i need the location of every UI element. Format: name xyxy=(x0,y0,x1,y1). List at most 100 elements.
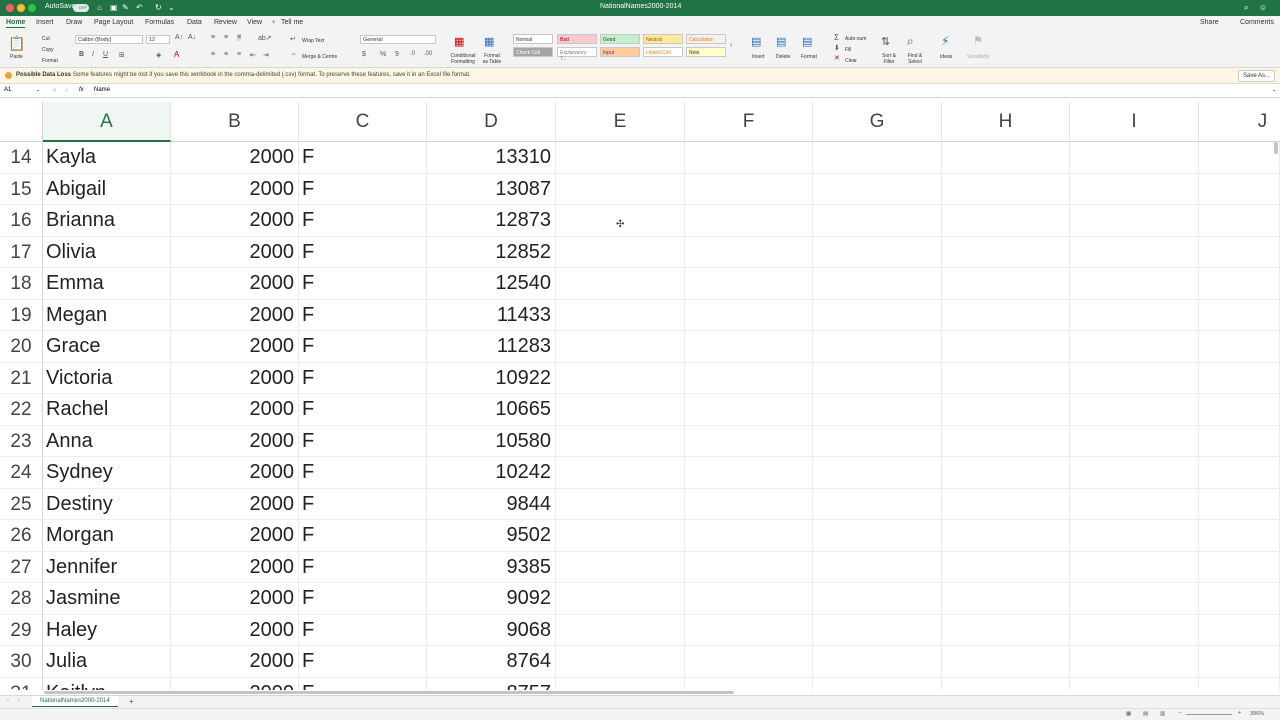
empty-cell[interactable] xyxy=(813,362,942,393)
empty-cell[interactable] xyxy=(556,299,685,330)
empty-cell[interactable] xyxy=(1199,551,1280,582)
empty-cell[interactable] xyxy=(1199,677,1280,690)
empty-cell[interactable] xyxy=(1199,299,1280,330)
cell-sex[interactable]: F xyxy=(299,457,427,488)
tab-draw[interactable]: Draw xyxy=(66,19,82,26)
empty-cell[interactable] xyxy=(685,583,813,614)
customize-toolbar-icon[interactable]: ⌄ xyxy=(168,3,175,12)
empty-cell[interactable] xyxy=(813,457,942,488)
style-normal[interactable]: Normal xyxy=(513,34,553,44)
empty-cell[interactable] xyxy=(685,646,813,677)
empty-cell[interactable] xyxy=(556,362,685,393)
decimal-increase-icon[interactable]: .0 xyxy=(410,51,415,57)
number-format-select[interactable]: General xyxy=(360,35,436,44)
zoom-slider[interactable] xyxy=(1186,714,1232,715)
delete-cells-button[interactable]: Delete xyxy=(776,54,790,60)
maximize-window-button[interactable] xyxy=(28,4,36,12)
empty-cell[interactable] xyxy=(1070,646,1199,677)
comma-style-icon[interactable]: 9 xyxy=(395,51,399,58)
account-icon[interactable]: ☺ xyxy=(1259,3,1267,12)
tell-me-search[interactable]: Tell me xyxy=(281,19,303,26)
decrease-font-icon[interactable]: A↓ xyxy=(188,34,196,41)
empty-cell[interactable] xyxy=(685,394,813,425)
empty-cell[interactable] xyxy=(556,677,685,690)
cell-year[interactable]: 2000 xyxy=(171,142,299,173)
empty-cell[interactable] xyxy=(813,520,942,551)
cell-year[interactable]: 2000 xyxy=(171,583,299,614)
empty-cell[interactable] xyxy=(942,142,1070,173)
page-break-view-icon[interactable]: ▥ xyxy=(1160,711,1165,717)
empty-cell[interactable] xyxy=(1070,331,1199,362)
empty-cell[interactable] xyxy=(1199,394,1280,425)
cell-count[interactable]: 9068 xyxy=(427,614,556,645)
row-header[interactable]: 19 xyxy=(0,299,43,330)
select-all-corner[interactable] xyxy=(0,102,43,142)
cell-name[interactable]: Jasmine xyxy=(43,583,171,614)
cell-year[interactable]: 2000 xyxy=(171,457,299,488)
style-calculation[interactable]: Calculation xyxy=(686,34,726,44)
empty-cell[interactable] xyxy=(685,173,813,204)
cut-button[interactable]: Cut xyxy=(42,36,50,42)
empty-cell[interactable] xyxy=(1070,236,1199,267)
empty-cell[interactable] xyxy=(813,205,942,236)
cell-sex[interactable]: F xyxy=(299,488,427,519)
share-button[interactable]: Share xyxy=(1200,19,1219,26)
cell-count[interactable]: 11283 xyxy=(427,331,556,362)
empty-cell[interactable] xyxy=(556,425,685,456)
cell-name[interactable]: Destiny xyxy=(43,488,171,519)
expand-formula-icon[interactable]: ⌄ xyxy=(1272,87,1276,93)
cell-sex[interactable]: F xyxy=(299,236,427,267)
column-header-j[interactable]: J xyxy=(1199,102,1280,142)
format-as-table-button[interactable]: Format as Table xyxy=(481,53,503,65)
empty-cell[interactable] xyxy=(1199,520,1280,551)
empty-cell[interactable] xyxy=(813,394,942,425)
empty-cell[interactable] xyxy=(556,646,685,677)
empty-cell[interactable] xyxy=(685,614,813,645)
cell-count[interactable]: 12873 xyxy=(427,205,556,236)
vertical-scrollbar[interactable] xyxy=(1274,142,1278,154)
tab-insert[interactable]: Insert xyxy=(36,19,54,26)
cell-year[interactable]: 2000 xyxy=(171,299,299,330)
empty-cell[interactable] xyxy=(1199,488,1280,519)
empty-cell[interactable] xyxy=(813,268,942,299)
cell-year[interactable]: 2000 xyxy=(171,331,299,362)
align-bottom-icon[interactable]: ≡ xyxy=(237,34,242,41)
cell-sex[interactable]: F xyxy=(299,394,427,425)
cell-name[interactable]: Haley xyxy=(43,614,171,645)
style-neutral[interactable]: Neutral xyxy=(643,34,683,44)
row-header[interactable]: 29 xyxy=(0,614,43,645)
font-color-icon[interactable]: A xyxy=(174,50,179,59)
tab-view[interactable]: View xyxy=(247,19,262,26)
row-header[interactable]: 26 xyxy=(0,520,43,551)
tab-home[interactable]: Home xyxy=(6,19,26,28)
empty-cell[interactable] xyxy=(813,488,942,519)
cell-name[interactable]: Brianna xyxy=(43,205,171,236)
empty-cell[interactable] xyxy=(942,583,1070,614)
cell-sex[interactable]: F xyxy=(299,425,427,456)
autosum-button[interactable]: Auto-sum xyxy=(845,36,866,42)
empty-cell[interactable] xyxy=(942,551,1070,582)
close-window-button[interactable] xyxy=(6,4,14,12)
empty-cell[interactable] xyxy=(813,614,942,645)
cell-count[interactable]: 8764 xyxy=(427,646,556,677)
cell-year[interactable]: 2000 xyxy=(171,520,299,551)
empty-cell[interactable] xyxy=(813,425,942,456)
column-header-a[interactable]: A xyxy=(43,102,171,142)
fill-color-icon[interactable]: ◈ xyxy=(156,51,161,59)
empty-cell[interactable] xyxy=(1070,142,1199,173)
page-layout-view-icon[interactable]: ▤ xyxy=(1143,711,1148,717)
find-select-button[interactable]: Find & Select xyxy=(903,53,927,65)
wrap-text-button[interactable]: Wrap Text xyxy=(302,38,324,44)
conditional-formatting-button[interactable]: Conditional Formatting xyxy=(446,53,480,65)
cell-count[interactable]: 9502 xyxy=(427,520,556,551)
empty-cell[interactable] xyxy=(1199,425,1280,456)
row-header[interactable]: 31 xyxy=(0,677,43,690)
empty-cell[interactable] xyxy=(685,488,813,519)
empty-cell[interactable] xyxy=(942,362,1070,393)
cell-sex[interactable]: F xyxy=(299,205,427,236)
align-left-icon[interactable]: ≡ xyxy=(211,51,215,58)
cell-count[interactable]: 9385 xyxy=(427,551,556,582)
zoom-level[interactable]: 396% xyxy=(1250,711,1264,717)
empty-cell[interactable] xyxy=(813,551,942,582)
row-header[interactable]: 22 xyxy=(0,394,43,425)
